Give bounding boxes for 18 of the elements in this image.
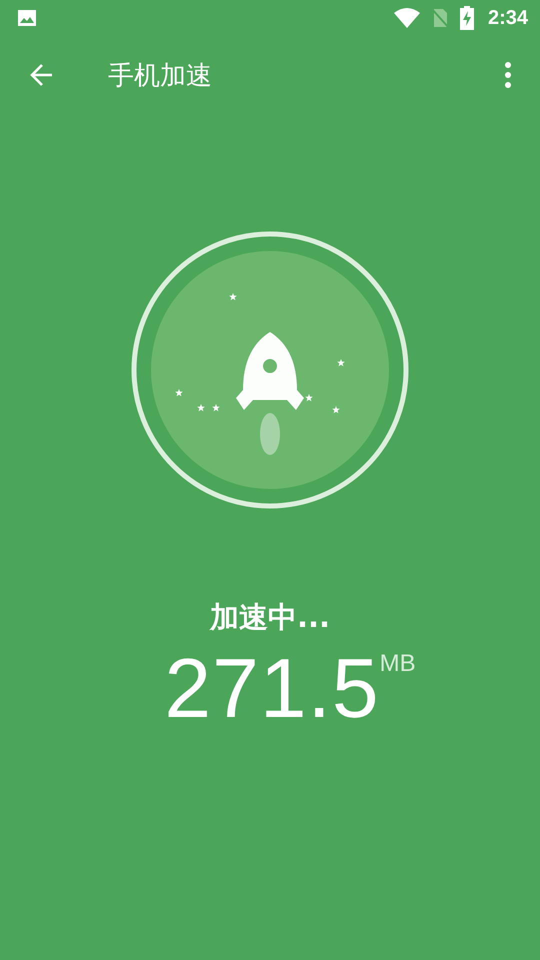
memory-amount: 271.5	[164, 646, 380, 730]
star-icon	[229, 293, 237, 300]
rocket-icon	[236, 332, 304, 410]
star-icon	[175, 389, 183, 396]
star-icon	[305, 394, 313, 402]
status-label: 加速中...	[210, 599, 330, 636]
star-icon	[332, 406, 340, 414]
star-icon	[212, 404, 220, 412]
toolbar-title: 手机加速	[108, 60, 212, 92]
star-icon	[337, 359, 345, 366]
wifi-icon	[394, 8, 420, 28]
flame-icon	[260, 413, 280, 455]
memory-unit: MB	[380, 650, 416, 678]
battery-icon	[460, 6, 474, 30]
more-options-icon[interactable]	[504, 62, 512, 88]
image-icon	[16, 7, 38, 29]
star-icon	[197, 404, 205, 412]
status-time: 2:34	[488, 6, 528, 30]
